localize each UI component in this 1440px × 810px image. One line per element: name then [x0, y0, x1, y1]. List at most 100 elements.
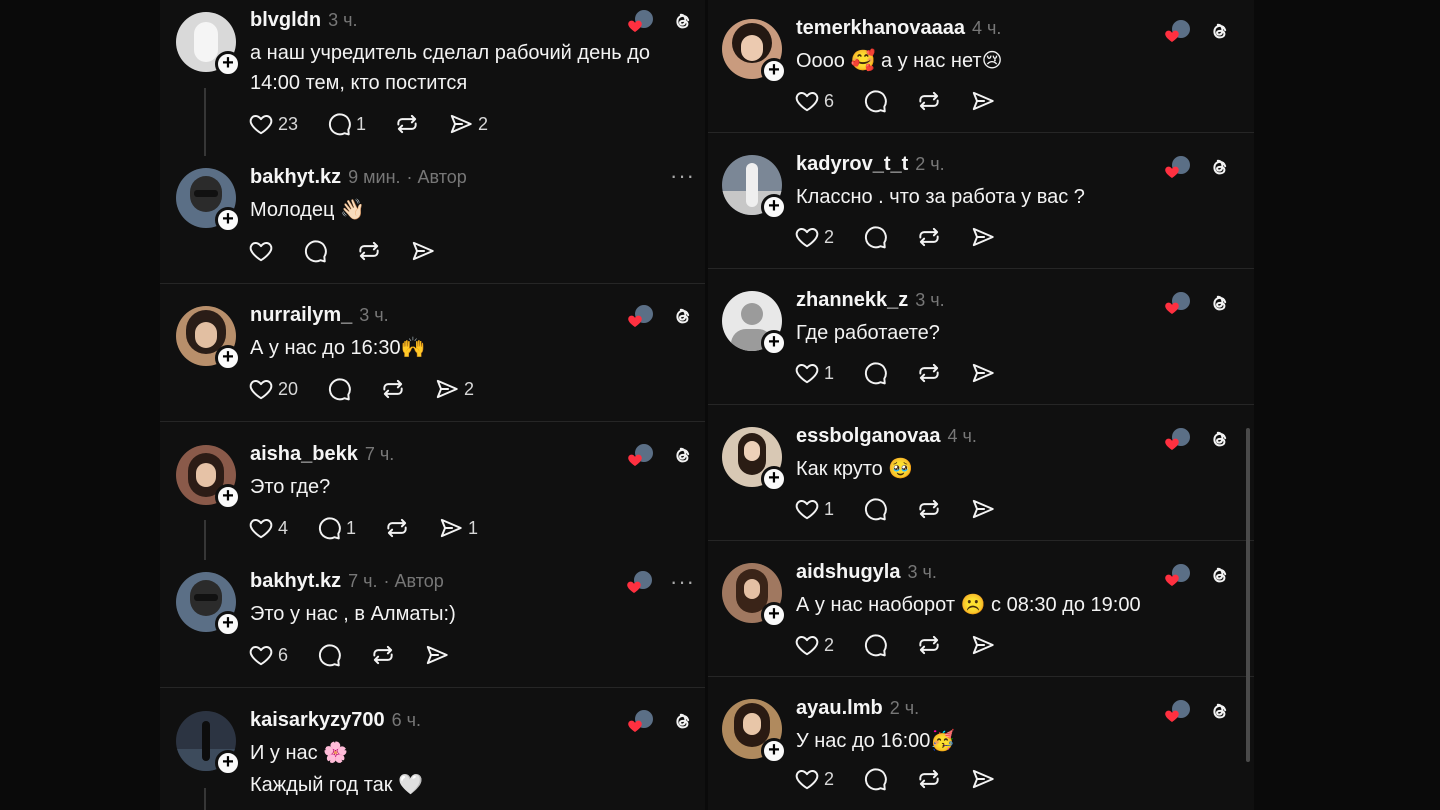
repost-button[interactable]	[916, 496, 942, 522]
avatar[interactable]: +	[176, 12, 241, 77]
share-button[interactable]	[410, 238, 436, 264]
reply-button[interactable]: 1	[326, 111, 366, 137]
share-button[interactable]: 2	[434, 376, 474, 402]
more-options-icon[interactable]: ···	[670, 163, 695, 189]
threads-icon[interactable]	[671, 443, 695, 467]
follow-plus-icon[interactable]: +	[761, 58, 787, 84]
reply-button[interactable]	[862, 496, 888, 522]
threads-icon[interactable]	[1208, 563, 1232, 587]
reply-button[interactable]	[862, 766, 888, 792]
reply-button[interactable]	[862, 88, 888, 114]
follow-plus-icon[interactable]: +	[761, 330, 787, 356]
reply-post: + kaisarkyzy700 6 ч. И у нас 🌸 Каждый го…	[160, 700, 705, 810]
like-button[interactable]: 2	[794, 224, 834, 250]
left-replies-panel[interactable]: + blvgldn 3 ч. а наш учредитель сделал р…	[160, 0, 705, 810]
username[interactable]: bakhyt.kz	[250, 570, 341, 593]
threads-icon[interactable]	[671, 709, 695, 733]
repost-button[interactable]	[370, 642, 396, 668]
share-button[interactable]: 2	[448, 111, 488, 137]
avatar[interactable]: +	[176, 306, 241, 371]
avatar[interactable]: +	[176, 572, 241, 637]
username[interactable]: temerkhanovaaaa	[796, 17, 965, 40]
repost-button[interactable]	[384, 515, 410, 541]
avatar[interactable]: +	[722, 19, 787, 84]
avatar[interactable]: +	[176, 168, 241, 233]
like-button[interactable]: 4	[248, 515, 288, 541]
share-button[interactable]	[970, 360, 996, 386]
share-button[interactable]	[970, 88, 996, 114]
avatar[interactable]: +	[176, 711, 241, 776]
username[interactable]: kadyrov_t_t	[796, 153, 908, 176]
avatar[interactable]: +	[176, 445, 241, 510]
threads-icon[interactable]	[1208, 155, 1232, 179]
share-button[interactable]	[424, 642, 450, 668]
repost-button[interactable]	[916, 88, 942, 114]
follow-plus-icon[interactable]: +	[215, 207, 241, 233]
username[interactable]: essbolganovaa	[796, 425, 941, 448]
username[interactable]: kaisarkyzy700	[250, 709, 385, 732]
reply-button[interactable]	[862, 360, 888, 386]
like-button[interactable]	[248, 238, 274, 264]
username[interactable]: blvgldn	[250, 9, 321, 32]
username[interactable]: aisha_bekk	[250, 443, 358, 466]
repost-button[interactable]	[916, 360, 942, 386]
follow-plus-icon[interactable]: +	[761, 466, 787, 492]
share-button[interactable]: 1	[438, 515, 478, 541]
repost-button[interactable]	[380, 376, 406, 402]
avatar[interactable]: +	[722, 291, 787, 356]
threads-icon[interactable]	[1208, 699, 1232, 723]
like-button[interactable]: 2	[794, 632, 834, 658]
follow-plus-icon[interactable]: +	[761, 602, 787, 628]
reply-button[interactable]: 1	[316, 515, 356, 541]
threads-icon[interactable]	[1208, 291, 1232, 315]
username[interactable]: aidshugyla	[796, 561, 900, 584]
like-count: 2	[824, 226, 835, 247]
reply-button[interactable]	[316, 642, 342, 668]
reply-button[interactable]	[862, 632, 888, 658]
follow-plus-icon[interactable]: +	[215, 484, 241, 510]
divider	[160, 283, 705, 284]
reply-button[interactable]	[326, 376, 352, 402]
more-options-icon[interactable]: ···	[670, 569, 695, 595]
username[interactable]: zhannekk_z	[796, 289, 908, 312]
avatar[interactable]: +	[722, 427, 787, 492]
username[interactable]: bakhyt.kz	[250, 166, 341, 189]
follow-plus-icon[interactable]: +	[215, 611, 241, 637]
like-button[interactable]: 20	[248, 376, 298, 402]
threads-icon[interactable]	[671, 9, 695, 33]
reply-button[interactable]	[862, 224, 888, 250]
share-button[interactable]	[970, 496, 996, 522]
like-button[interactable]: 23	[248, 111, 298, 137]
username[interactable]: ayau.lmb	[796, 697, 883, 720]
follow-plus-icon[interactable]: +	[761, 194, 787, 220]
avatar[interactable]: +	[722, 155, 787, 220]
liked-by-author-badge	[627, 8, 655, 34]
share-button[interactable]	[970, 224, 996, 250]
like-button[interactable]: 1	[794, 360, 834, 386]
threads-icon[interactable]	[1208, 19, 1232, 43]
avatar[interactable]: +	[722, 699, 787, 764]
reply-button[interactable]	[302, 238, 328, 264]
like-button[interactable]: 6	[248, 642, 288, 668]
repost-button[interactable]	[356, 238, 382, 264]
username[interactable]: nurrailym_	[250, 304, 352, 327]
repost-button[interactable]	[916, 766, 942, 792]
follow-plus-icon[interactable]: +	[215, 345, 241, 371]
follow-plus-icon[interactable]: +	[215, 750, 241, 776]
threads-icon[interactable]	[671, 304, 695, 328]
like-button[interactable]: 1	[794, 496, 834, 522]
avatar[interactable]: +	[722, 563, 787, 628]
share-button[interactable]	[970, 766, 996, 792]
repost-button[interactable]	[394, 111, 420, 137]
repost-icon	[356, 238, 382, 264]
like-button[interactable]: 2	[794, 766, 834, 792]
follow-plus-icon[interactable]: +	[215, 51, 241, 77]
repost-button[interactable]	[916, 224, 942, 250]
like-button[interactable]: 6	[794, 88, 834, 114]
threads-icon[interactable]	[1208, 427, 1232, 451]
scrollbar[interactable]	[1246, 428, 1250, 762]
right-replies-panel[interactable]: + temerkhanovaaaa 4 ч. Оооо 🥰 а у нас не…	[708, 0, 1254, 810]
share-button[interactable]	[970, 632, 996, 658]
follow-plus-icon[interactable]: +	[761, 738, 787, 764]
repost-button[interactable]	[916, 632, 942, 658]
